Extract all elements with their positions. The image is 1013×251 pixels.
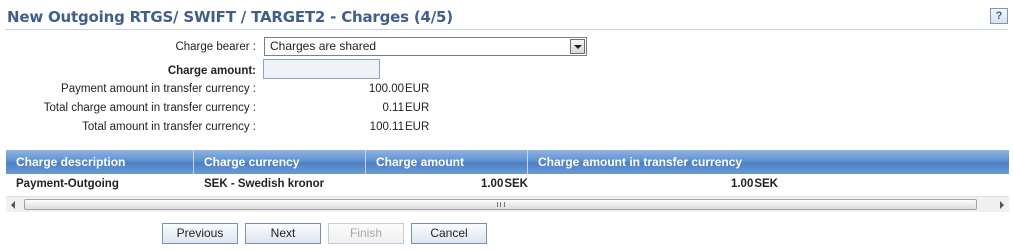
column-header-transfer-amount[interactable]: Charge amount in transfer currency [528,150,1009,174]
cell-description: Payment-Outgoing [16,178,119,190]
table-header: Charge description Charge currency Charg… [6,150,1009,174]
charge-bearer-label: Charge bearer : [175,41,256,53]
grip-icon [496,202,505,207]
column-header-amount[interactable]: Charge amount [366,150,528,174]
finish-button[interactable]: Finish [328,223,404,244]
scroll-left-icon[interactable] [11,201,15,209]
title-divider [5,29,1008,30]
column-header-description[interactable]: Charge description [6,150,194,174]
charges-table: Charge description Charge currency Charg… [6,150,1009,194]
horizontal-scrollbar[interactable] [6,196,1009,212]
cell-amount: 1.00SEK [480,178,528,190]
scroll-right-icon[interactable] [1000,201,1004,209]
column-header-currency[interactable]: Charge currency [194,150,366,174]
page-title: New Outgoing RTGS/ SWIFT / TARGET2 - Cha… [7,8,453,26]
next-button[interactable]: Next [245,223,321,244]
cell-transfer-amount: 1.00SEK [730,178,778,190]
help-button[interactable]: ? [990,8,1008,24]
total-amount-value: 100.11EUR [369,121,430,133]
table-row[interactable]: Payment-Outgoing SEK - Swedish kronor 1.… [6,174,1009,194]
charge-amount-label: Charge amount: [167,65,256,77]
total-amount-label: Total amount in transfer currency : [82,121,256,133]
cell-currency: SEK - Swedish kronor [204,178,325,190]
charge-bearer-select[interactable]: Charges are shared [264,37,587,56]
payment-amount-value: 100.00EUR [368,83,430,95]
charge-bearer-value: Charges are shared [270,39,377,53]
chevron-down-icon[interactable] [570,39,585,54]
charge-amount-input[interactable] [263,59,380,79]
cancel-button[interactable]: Cancel [411,223,487,244]
payment-amount-label: Payment amount in transfer currency : [61,83,256,95]
previous-button[interactable]: Previous [162,223,238,244]
scrollbar-thumb[interactable] [24,199,977,210]
total-charge-label: Total charge amount in transfer currency… [43,102,256,114]
total-charge-value: 0.11EUR [382,102,430,114]
